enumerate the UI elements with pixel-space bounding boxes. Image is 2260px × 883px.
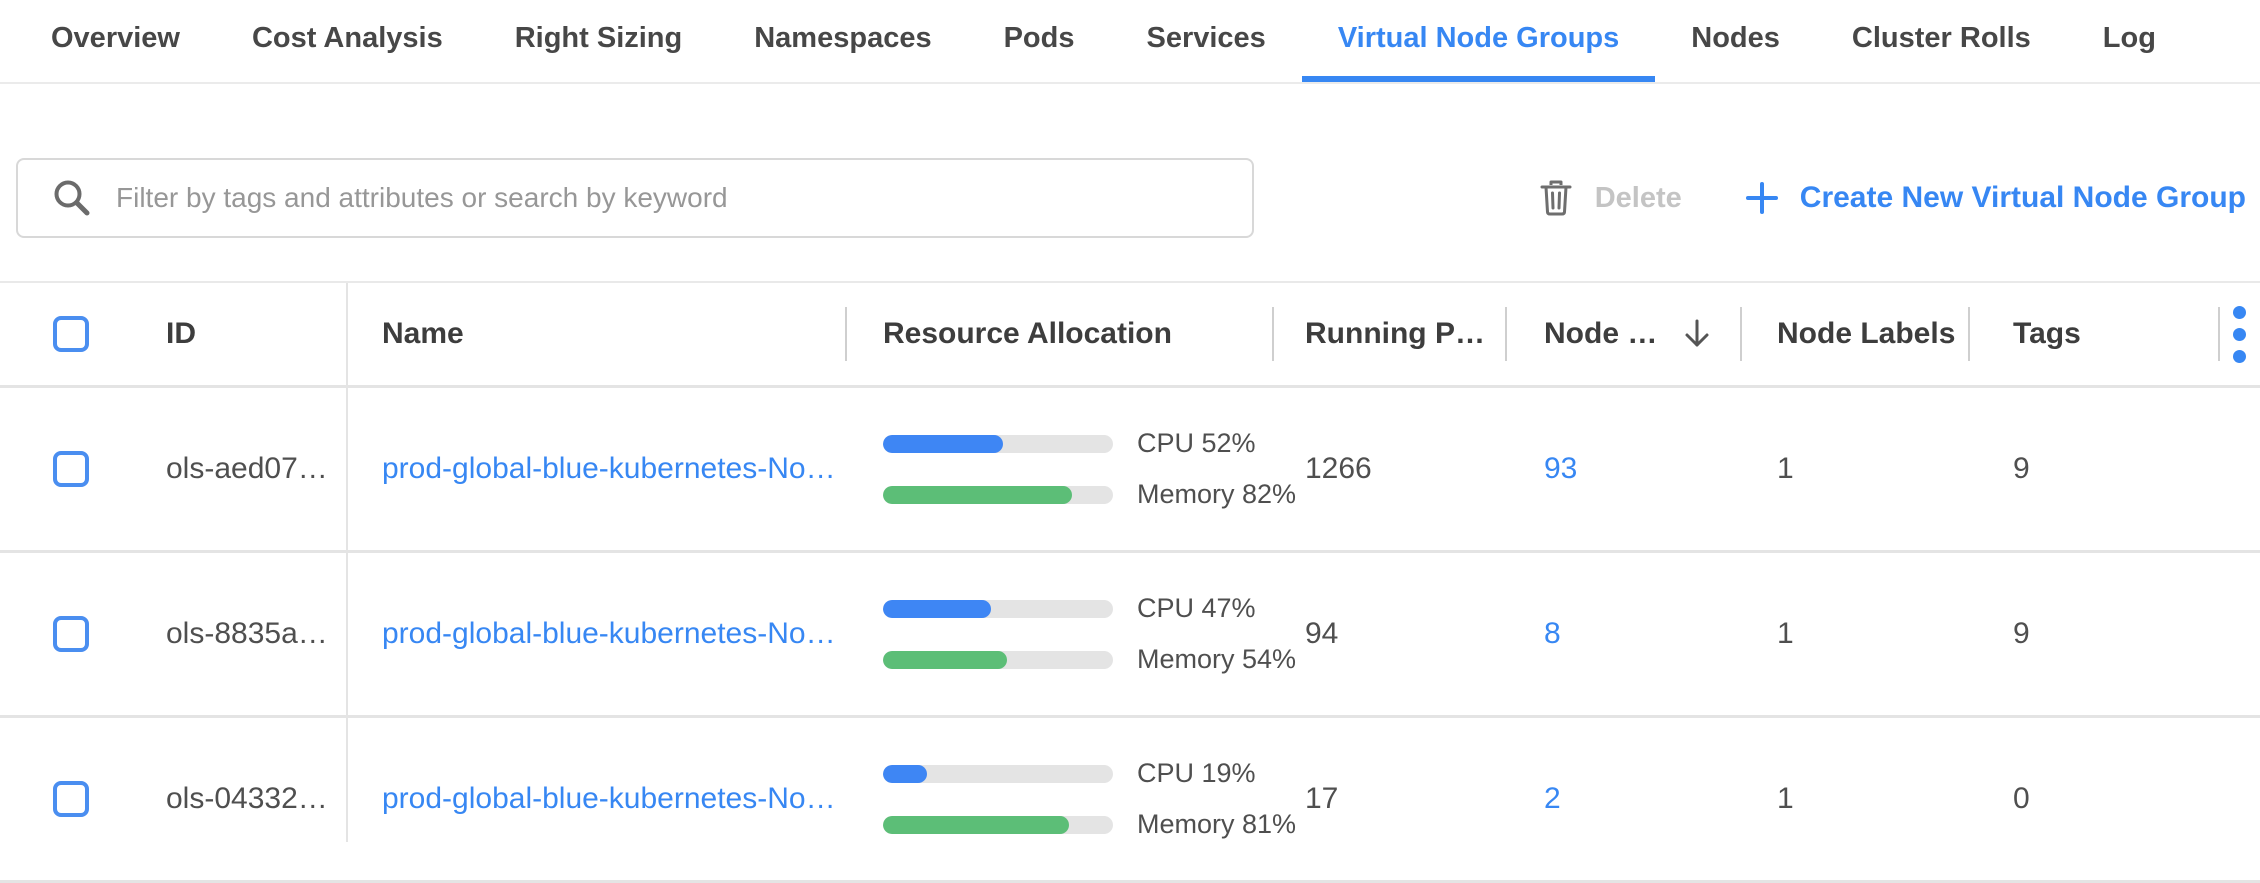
column-header-id[interactable]: ID — [130, 283, 346, 385]
row-checkbox-cell — [0, 388, 130, 550]
column-options-cell — [2218, 283, 2260, 385]
tab-cluster-rolls[interactable]: Cluster Rolls — [1816, 0, 2067, 82]
memory-bar — [883, 651, 1113, 669]
running-pods-value: 17 — [1305, 782, 1338, 816]
tab-cost-analysis[interactable]: Cost Analysis — [216, 0, 479, 82]
delete-button[interactable]: Delete — [1539, 179, 1682, 217]
column-header-nodes[interactable]: Node … — [1505, 283, 1740, 385]
memory-bar — [883, 486, 1113, 504]
sort-descending-icon[interactable] — [1683, 318, 1711, 350]
nodes-count-link[interactable]: 8 — [1544, 617, 1561, 651]
node-labels-value: 1 — [1777, 452, 1794, 486]
tab-pods[interactable]: Pods — [968, 0, 1111, 82]
row-checkbox[interactable] — [53, 451, 89, 487]
node-labels-value: 1 — [1777, 617, 1794, 651]
tab-virtual-node-groups[interactable]: Virtual Node Groups — [1302, 0, 1655, 82]
cpu-bar — [883, 765, 1113, 783]
nodes-count-link[interactable]: 2 — [1544, 782, 1561, 816]
row-id: ols-aed07… — [166, 452, 328, 486]
tab-log[interactable]: Log — [2067, 0, 2192, 82]
trash-icon — [1539, 179, 1573, 217]
column-header-running-pods[interactable]: Running P… — [1272, 283, 1505, 385]
row-checkbox[interactable] — [53, 781, 89, 817]
nodes-count-link[interactable]: 93 — [1544, 452, 1577, 486]
cpu-bar — [883, 435, 1113, 453]
table-row: ols-8835a… prod-global-blue-kubernetes-N… — [0, 553, 2260, 718]
resource-allocation: CPU 52% Memory 82% — [883, 428, 1296, 510]
tab-overview[interactable]: Overview — [15, 0, 216, 82]
tab-right-sizing[interactable]: Right Sizing — [479, 0, 719, 82]
column-header-tags[interactable]: Tags — [1968, 283, 2218, 385]
resource-allocation: CPU 47% Memory 54% — [883, 593, 1296, 675]
column-header-id-label: ID — [166, 317, 196, 351]
column-header-resource-allocation-label: Resource Allocation — [883, 317, 1172, 351]
resource-allocation: CPU 19% Memory 81% — [883, 758, 1296, 840]
id-name-column-divider — [346, 283, 348, 842]
toolbar-actions: Delete Create New Virtual Node Group — [1539, 158, 2246, 238]
header-checkbox-cell — [0, 283, 130, 385]
node-labels-value: 1 — [1777, 782, 1794, 816]
column-options-menu-icon[interactable] — [2229, 302, 2250, 367]
column-header-name[interactable]: Name — [346, 283, 845, 385]
tags-value: 9 — [2013, 617, 2030, 651]
row-name-link[interactable]: prod-global-blue-kubernetes-No… — [382, 782, 836, 816]
delete-button-label: Delete — [1595, 182, 1682, 215]
column-header-name-label: Name — [382, 317, 464, 351]
column-header-tags-label: Tags — [2013, 317, 2081, 351]
virtual-node-groups-table: ID Name Resource Allocation Running P… N… — [0, 281, 2260, 842]
tags-value: 9 — [2013, 452, 2030, 486]
create-button-label: Create New Virtual Node Group — [1800, 181, 2246, 215]
create-virtual-node-group-button[interactable]: Create New Virtual Node Group — [1744, 180, 2246, 216]
search-input[interactable] — [116, 182, 1228, 214]
column-header-resource-allocation[interactable]: Resource Allocation — [845, 283, 1272, 385]
tab-services[interactable]: Services — [1110, 0, 1301, 82]
tags-value: 0 — [2013, 782, 2030, 816]
column-header-node-labels[interactable]: Node Labels — [1740, 283, 1968, 385]
tab-bar: Overview Cost Analysis Right Sizing Name… — [0, 0, 2260, 84]
cpu-bar — [883, 600, 1113, 618]
running-pods-value: 94 — [1305, 617, 1338, 651]
table-row: ols-aed07… prod-global-blue-kubernetes-N… — [0, 388, 2260, 553]
tab-nodes[interactable]: Nodes — [1655, 0, 1816, 82]
filter-search-box[interactable] — [16, 158, 1254, 238]
table-row: ols-04332… prod-global-blue-kubernetes-N… — [0, 718, 2260, 883]
cpu-label: CPU 19% — [1137, 758, 1256, 789]
cpu-label: CPU 52% — [1137, 428, 1256, 459]
row-id: ols-8835a… — [166, 617, 328, 651]
table-header-row: ID Name Resource Allocation Running P… N… — [0, 283, 2260, 388]
search-icon — [52, 178, 92, 218]
memory-bar — [883, 816, 1113, 834]
row-checkbox[interactable] — [53, 616, 89, 652]
running-pods-value: 1266 — [1305, 452, 1372, 486]
row-checkbox-cell — [0, 553, 130, 715]
column-header-running-pods-label: Running P… — [1305, 317, 1485, 351]
column-header-node-labels-label: Node Labels — [1777, 317, 1955, 351]
row-name-link[interactable]: prod-global-blue-kubernetes-No… — [382, 617, 836, 651]
row-name-link[interactable]: prod-global-blue-kubernetes-No… — [382, 452, 836, 486]
tab-namespaces[interactable]: Namespaces — [718, 0, 967, 82]
plus-icon — [1744, 180, 1780, 216]
column-header-nodes-label: Node … — [1544, 317, 1657, 351]
row-checkbox-cell — [0, 718, 130, 880]
row-id: ols-04332… — [166, 782, 328, 816]
select-all-checkbox[interactable] — [53, 316, 89, 352]
cpu-label: CPU 47% — [1137, 593, 1256, 624]
